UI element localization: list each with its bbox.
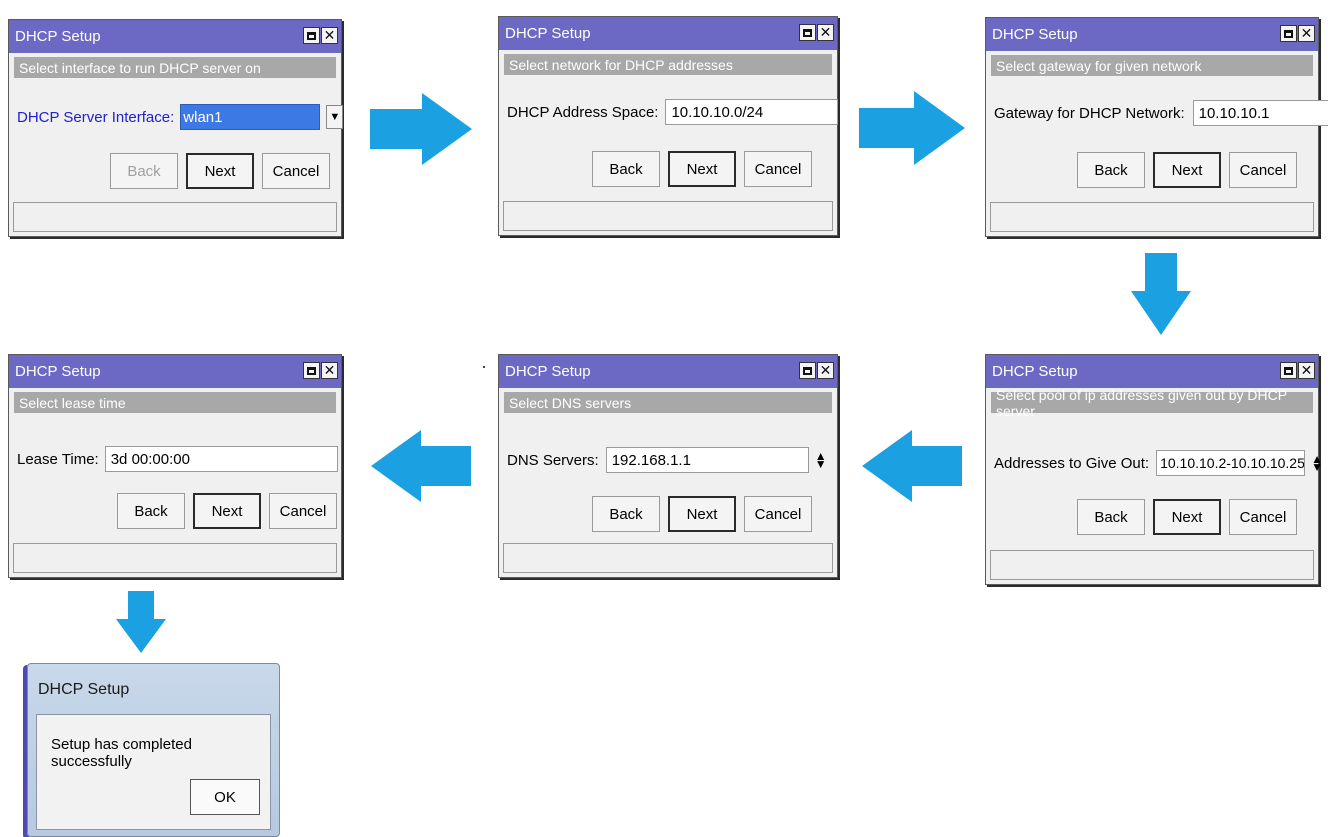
spin-arrows-icon[interactable]: ▲ ▼ [815, 450, 827, 470]
maximize-icon[interactable] [1280, 25, 1297, 42]
ok-button[interactable]: OK [190, 779, 260, 815]
dialog-titlebar: DHCP Setup ✕ [986, 355, 1318, 388]
dialog-title: DHCP Setup [505, 25, 591, 42]
interface-row: DHCP Server Interface: wlan1 ▼ [17, 104, 344, 130]
back-button[interactable]: Back [592, 151, 660, 187]
lease-input[interactable]: 3d 00:00:00 [104, 446, 338, 472]
back-button[interactable]: Back [110, 153, 178, 189]
status-bar [503, 543, 833, 573]
step-subtitle: Select interface to run DHCP server on [14, 57, 336, 78]
step-subtitle: Select network for DHCP addresses [504, 54, 832, 75]
close-icon[interactable]: ✕ [321, 362, 338, 379]
pool-input[interactable]: 10.10.10.2-10.10.10.254 [1156, 450, 1306, 476]
dhcp-dialog-step-3: DHCP Setup ✕ Select gateway for given ne… [985, 17, 1328, 237]
dhcp-dialog-step-4: DHCP Setup ✕ Select pool of ip addresses… [985, 354, 1323, 585]
next-button[interactable]: Next [668, 151, 736, 187]
dns-input[interactable]: 192.168.1.1 [605, 447, 809, 473]
dialog-title: DHCP Setup [505, 363, 591, 380]
gateway-input[interactable]: 10.10.10.1 [1192, 100, 1328, 126]
status-bar [13, 202, 337, 232]
completion-message: Setup has completed successfully [51, 736, 192, 770]
next-button[interactable]: Next [1153, 152, 1221, 188]
lease-row: Lease Time: 3d 00:00:00 [17, 446, 338, 472]
step-subtitle: Select DNS servers [504, 392, 832, 413]
close-icon[interactable]: ✕ [817, 362, 834, 379]
dialog-titlebar: DHCP Setup ✕ [986, 18, 1318, 51]
dialog-titlebar: DHCP Setup ✕ [499, 355, 837, 388]
next-button[interactable]: Next [186, 153, 254, 189]
dialog-title: DHCP Setup [15, 363, 101, 380]
back-button[interactable]: Back [117, 493, 185, 529]
next-button[interactable]: Next [668, 496, 736, 532]
flow-arrow-icon [859, 91, 965, 165]
cancel-button[interactable]: Cancel [269, 493, 337, 529]
cancel-button[interactable]: Cancel [1229, 152, 1297, 188]
dhcp-dialog-step-6: DHCP Setup ✕ Select lease time Lease Tim… [8, 354, 342, 578]
close-icon[interactable]: ✕ [1298, 25, 1315, 42]
flow-arrow-icon [1131, 253, 1191, 335]
flow-arrow-icon [370, 93, 472, 165]
maximize-icon[interactable] [799, 362, 816, 379]
cancel-button[interactable]: Cancel [1229, 499, 1297, 535]
dialog-title: DHCP Setup [15, 28, 101, 45]
stray-dot [483, 366, 485, 368]
back-button[interactable]: Back [592, 496, 660, 532]
dhcp-dialog-step-1: DHCP Setup ✕ Select interface to run DHC… [8, 19, 344, 237]
back-button[interactable]: Back [1077, 499, 1145, 535]
cancel-button[interactable]: Cancel [262, 153, 330, 189]
status-bar [13, 543, 337, 573]
lease-label: Lease Time: [17, 450, 99, 468]
close-icon[interactable]: ✕ [321, 27, 338, 44]
maximize-icon[interactable] [303, 27, 320, 44]
step-subtitle: Select gateway for given network [991, 55, 1313, 76]
status-bar [503, 201, 833, 231]
next-button[interactable]: Next [193, 493, 261, 529]
flow-arrow-icon [862, 430, 962, 502]
gateway-row: Gateway for DHCP Network: 10.10.10.1 [994, 100, 1328, 126]
dns-label: DNS Servers: [507, 451, 599, 469]
dialog-body: Setup has completed successfully OK [36, 714, 271, 830]
spin-arrows-icon[interactable]: ▲ ▼ [1311, 453, 1323, 473]
back-button[interactable]: Back [1077, 152, 1145, 188]
flow-arrow-icon [116, 591, 166, 653]
dns-row: DNS Servers: 192.168.1.1 ▲ ▼ [507, 447, 827, 473]
dialog-titlebar: DHCP Setup ✕ [499, 17, 837, 50]
dialog-titlebar: DHCP Setup ✕ [9, 355, 341, 388]
next-button[interactable]: Next [1153, 499, 1221, 535]
interface-select[interactable]: wlan1 [180, 104, 321, 130]
dialog-titlebar: DHCP Setup ✕ [9, 20, 341, 53]
maximize-icon[interactable] [799, 24, 816, 41]
address-space-input[interactable]: 10.10.10.0/24 [665, 99, 839, 125]
dialog-title: DHCP Setup [992, 363, 1078, 380]
close-icon[interactable]: ✕ [817, 24, 834, 41]
cancel-button[interactable]: Cancel [744, 496, 812, 532]
dhcp-dialog-step-5: DHCP Setup ✕ Select DNS servers DNS Serv… [498, 354, 838, 578]
interface-label: DHCP Server Interface: [17, 108, 175, 126]
chevron-down-icon[interactable]: ▼ [326, 105, 344, 129]
status-bar [990, 550, 1314, 580]
dialog-title: DHCP Setup [992, 26, 1078, 43]
pool-label: Addresses to Give Out: [994, 454, 1150, 472]
step-subtitle: Select lease time [14, 392, 336, 413]
address-space-row: DHCP Address Space: 10.10.10.0/24 [507, 99, 839, 125]
dialog-title: DHCP Setup [38, 681, 130, 698]
dhcp-dialog-step-2: DHCP Setup ✕ Select network for DHCP add… [498, 16, 839, 236]
step-subtitle: Select pool of ip addresses given out by… [991, 387, 1313, 419]
cancel-button[interactable]: Cancel [744, 151, 812, 187]
close-icon[interactable]: ✕ [1298, 362, 1315, 379]
status-bar [990, 202, 1314, 232]
setup-complete-dialog: DHCP Setup Setup has completed successfu… [27, 663, 280, 837]
flow-arrow-icon [371, 430, 471, 502]
pool-row: Addresses to Give Out: 10.10.10.2-10.10.… [994, 450, 1323, 476]
maximize-icon[interactable] [1280, 362, 1297, 379]
address-space-label: DHCP Address Space: [507, 103, 659, 121]
maximize-icon[interactable] [303, 362, 320, 379]
gateway-label: Gateway for DHCP Network: [994, 104, 1185, 122]
